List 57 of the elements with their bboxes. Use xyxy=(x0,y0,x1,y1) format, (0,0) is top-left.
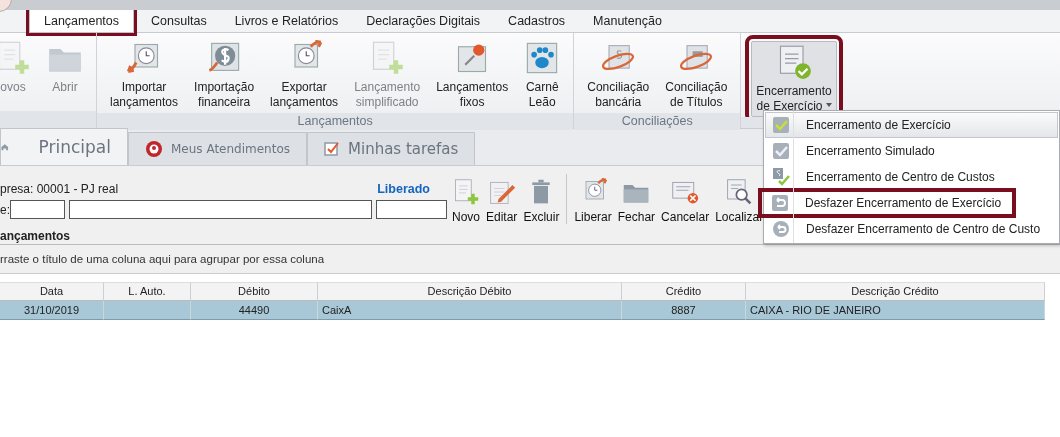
menu-tab[interactable]: Livros e Relatórios xyxy=(220,10,353,32)
input-field[interactable] xyxy=(69,200,372,219)
document-plus-icon xyxy=(0,40,31,76)
ribbon-button[interactable]: Importação financeira xyxy=(189,37,260,113)
ribbon-group-label: Lançamentos xyxy=(97,113,574,130)
table-cell: CaixA xyxy=(318,301,622,320)
menu-tab[interactable]: Declarações Digitais xyxy=(352,10,495,32)
menu-tab[interactable]: Consultas xyxy=(137,10,221,32)
menu-item[interactable]: Encerramento de Centro de Custos xyxy=(765,164,1058,190)
column-header[interactable]: L. Auto. xyxy=(104,282,191,301)
menu-item[interactable]: Desfazer Encerramento de Exercício xyxy=(760,190,1014,216)
table-cell: CAIXA - RIO DE JANEIRO xyxy=(746,301,1045,320)
input-field[interactable] xyxy=(10,200,65,219)
group-by-hint: rraste o título de uma coluna aqui para agrupar por essa coluna xyxy=(0,253,325,265)
dollar-check-icon xyxy=(772,168,790,186)
ribbon-button[interactable]: Carnê Leão xyxy=(519,37,566,113)
column-header[interactable]: Descrição Débito xyxy=(318,282,622,301)
column-header[interactable]: Data xyxy=(0,282,104,301)
company-label: presa: 00001 - PJ real xyxy=(0,182,119,196)
menu-item[interactable]: Desfazer Encerramento de Centro de Custo xyxy=(765,216,1058,242)
toolbar-button[interactable]: Cancelar xyxy=(659,178,712,224)
group-title: ançamentos xyxy=(0,229,71,243)
table-cell: 8887 xyxy=(622,301,746,320)
support-icon xyxy=(145,140,163,158)
check-icon xyxy=(772,142,790,160)
check-icon xyxy=(772,116,790,134)
task-checkbox-icon xyxy=(324,141,341,157)
toolbar-button[interactable]: Excluir xyxy=(521,178,562,224)
document-tab[interactable]: Meus Atendimentos xyxy=(128,132,308,165)
menu-item[interactable]: Encerramento de Exercício xyxy=(765,112,1058,138)
ribbon-button[interactable]: Importar lançamentos xyxy=(105,37,184,113)
undo-icon xyxy=(772,220,790,238)
document-plus-icon xyxy=(452,178,480,206)
document-search-icon xyxy=(725,178,754,206)
toolbar-button[interactable]: Fechar xyxy=(615,178,658,224)
document-tab[interactable]: Principal xyxy=(0,128,128,165)
column-header[interactable]: Descrição Crédito xyxy=(746,282,1045,301)
ribbon-button[interactable]: Conciliação bancária xyxy=(582,37,655,113)
ribbon-button[interactable]: Conciliação de Títulos xyxy=(660,37,733,113)
toolbar-button[interactable]: Novo xyxy=(450,178,482,224)
ribbon-button[interactable]: Exportar lançamentos xyxy=(265,37,344,113)
ribbon-button[interactable]: Lançamentos fixos xyxy=(431,37,514,113)
field-label: e: xyxy=(0,202,10,217)
menu-tab[interactable]: Cadastros xyxy=(494,10,580,32)
column-header[interactable]: Crédito xyxy=(622,282,746,301)
document-tab[interactable]: Minhas tarefas xyxy=(307,132,476,165)
table-cell: 31/10/2019 xyxy=(0,301,104,320)
menu-tab[interactable]: Manutenção xyxy=(579,10,676,32)
column-header[interactable]: Débito xyxy=(191,282,318,301)
input-field[interactable] xyxy=(376,200,447,219)
ribbon-group-label: Conciliações xyxy=(574,113,741,130)
toolbar-button[interactable]: Liberar xyxy=(572,178,614,224)
table-cell: 44490 xyxy=(191,301,318,320)
undo-icon xyxy=(771,194,789,212)
menu-item[interactable]: Encerramento Simulado xyxy=(765,138,1058,164)
status-label: Liberado xyxy=(377,182,430,196)
toolbar-button[interactable]: Editar xyxy=(484,178,520,224)
